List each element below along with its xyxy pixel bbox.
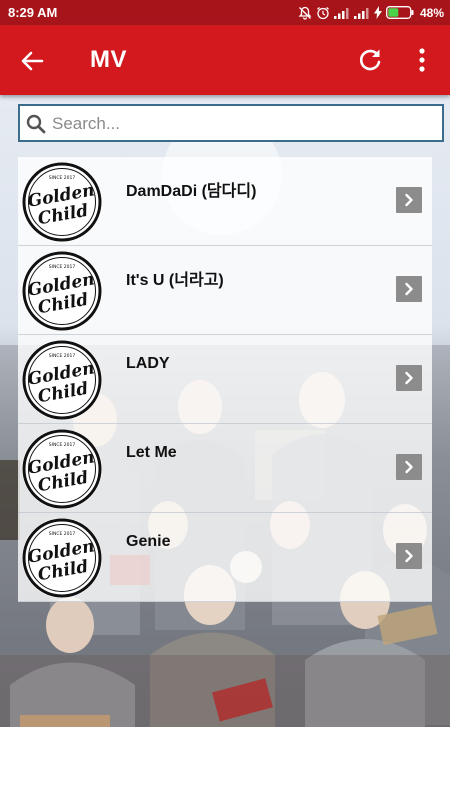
signal-icon xyxy=(333,7,349,19)
search-icon xyxy=(26,114,46,134)
mv-title: Let Me xyxy=(126,444,177,461)
battery-icon xyxy=(386,6,414,19)
mv-list: DamDaDi (담다디) It's U (너라고) LADY Let Me G… xyxy=(18,157,432,602)
mv-title: LADY xyxy=(126,355,170,372)
status-time: 8:29 AM xyxy=(8,5,58,20)
refresh-icon[interactable] xyxy=(357,47,383,73)
arrow-left-icon[interactable] xyxy=(18,47,46,75)
app-bar: MV xyxy=(0,25,450,95)
mv-title: DamDaDi (담다디) xyxy=(126,183,257,200)
golden-child-logo xyxy=(22,251,102,331)
chevron-right-icon[interactable] xyxy=(396,276,422,302)
list-item[interactable]: It's U (너라고) xyxy=(18,246,432,335)
chevron-right-icon[interactable] xyxy=(396,543,422,569)
chevron-right-icon[interactable] xyxy=(396,365,422,391)
golden-child-logo xyxy=(22,340,102,420)
mv-title: Genie xyxy=(126,533,171,550)
more-vert-icon[interactable] xyxy=(412,47,432,73)
search-box[interactable] xyxy=(18,104,444,142)
chevron-right-icon[interactable] xyxy=(396,187,422,213)
mv-title: It's U (너라고) xyxy=(126,272,224,289)
bottom-area xyxy=(0,727,450,800)
status-icons: 48% xyxy=(298,4,444,21)
list-item[interactable]: LADY xyxy=(18,335,432,424)
battery-percent: 48% xyxy=(419,5,444,20)
golden-child-logo xyxy=(22,429,102,509)
golden-child-logo xyxy=(22,518,102,598)
mute-icon xyxy=(298,6,312,20)
list-item[interactable]: Genie xyxy=(18,513,432,602)
search-input[interactable] xyxy=(50,110,434,138)
charging-icon xyxy=(373,6,382,19)
content-area: DamDaDi (담다디) It's U (너라고) LADY Let Me G… xyxy=(0,95,450,727)
signal-icon xyxy=(353,7,369,19)
list-item[interactable]: Let Me xyxy=(18,424,432,513)
page-title: MV xyxy=(90,46,127,73)
alarm-icon xyxy=(317,6,329,19)
golden-child-logo xyxy=(22,162,102,242)
chevron-right-icon[interactable] xyxy=(396,454,422,480)
list-item[interactable]: DamDaDi (담다디) xyxy=(18,157,432,246)
status-bar: 8:29 AM 48% xyxy=(0,0,450,25)
